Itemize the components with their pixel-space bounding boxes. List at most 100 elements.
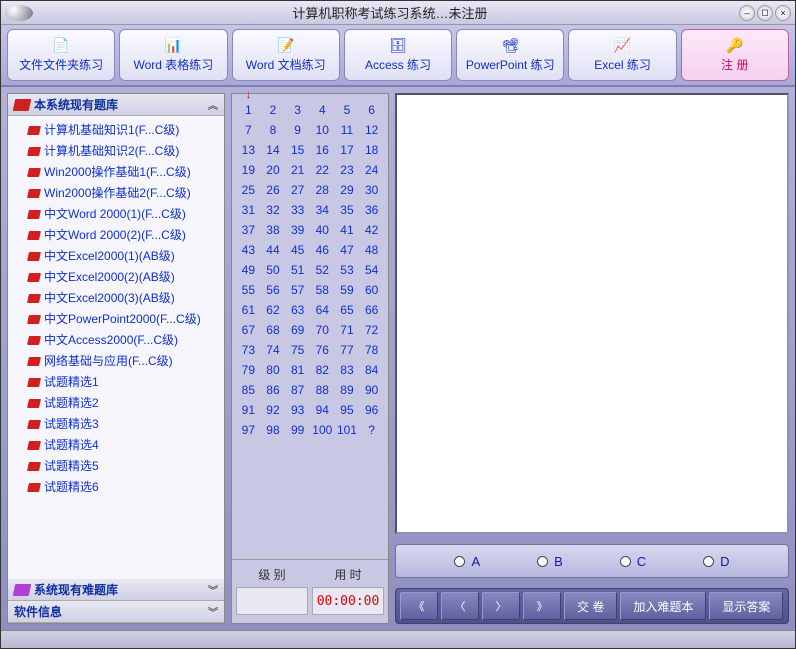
submit-button[interactable]: 交 卷 <box>564 592 617 620</box>
next-button[interactable]: 〉 <box>482 592 520 620</box>
question-number-cell[interactable]: 7 <box>236 120 261 140</box>
answer-option-d[interactable]: D <box>703 554 729 569</box>
question-number-cell[interactable]: 44 <box>261 240 286 260</box>
close-button[interactable]: × <box>775 5 791 21</box>
question-number-cell[interactable]: 29 <box>335 180 360 200</box>
excel-practice-button[interactable]: 📈Excel 练习 <box>568 29 676 81</box>
question-number-cell[interactable]: 72 <box>359 320 384 340</box>
question-number-cell[interactable]: 41 <box>335 220 360 240</box>
question-number-cell[interactable]: 21 <box>285 160 310 180</box>
sidebar-item[interactable]: 中文Excel2000(1)(AB级) <box>10 246 222 267</box>
question-number-cell[interactable]: 46 <box>310 240 335 260</box>
question-number-cell[interactable]: 63 <box>285 300 310 320</box>
sidebar-section-hard-bank[interactable]: 系统现有难题库 ︾ <box>8 579 224 601</box>
sidebar-item[interactable]: 试题精选2 <box>10 393 222 414</box>
question-number-cell[interactable]: 98 <box>261 420 286 440</box>
question-number-cell[interactable]: 28 <box>310 180 335 200</box>
question-number-cell[interactable]: 55 <box>236 280 261 300</box>
question-number-cell[interactable]: ? <box>359 420 384 440</box>
question-number-cell[interactable]: 9 <box>285 120 310 140</box>
question-number-cell[interactable]: 61 <box>236 300 261 320</box>
question-number-cell[interactable]: 15 <box>285 140 310 160</box>
question-number-cell[interactable]: 78 <box>359 340 384 360</box>
question-number-cell[interactable]: 76 <box>310 340 335 360</box>
question-number-cell[interactable]: 12 <box>359 120 384 140</box>
question-number-cell[interactable]: 2 <box>261 100 286 120</box>
question-number-cell[interactable]: 16 <box>310 140 335 160</box>
question-number-cell[interactable]: 48 <box>359 240 384 260</box>
question-number-cell[interactable]: 79 <box>236 360 261 380</box>
register-button[interactable]: 🔑注 册 <box>681 29 789 81</box>
folder-practice-button[interactable]: 📄文件文件夹练习 <box>7 29 115 81</box>
sidebar-item[interactable]: Win2000操作基础2(F...C级) <box>10 183 222 204</box>
question-number-cell[interactable]: 90 <box>359 380 384 400</box>
question-number-cell[interactable]: 96 <box>359 400 384 420</box>
question-number-cell[interactable]: 23 <box>335 160 360 180</box>
question-number-cell[interactable]: 47 <box>335 240 360 260</box>
first-button[interactable]: 《 <box>400 592 438 620</box>
last-button[interactable]: 》 <box>523 592 561 620</box>
question-number-cell[interactable]: 40 <box>310 220 335 240</box>
question-number-cell[interactable]: 83 <box>335 360 360 380</box>
question-number-cell[interactable]: 81 <box>285 360 310 380</box>
question-number-cell[interactable]: 20 <box>261 160 286 180</box>
sidebar-item[interactable]: 试题精选3 <box>10 414 222 435</box>
question-number-cell[interactable]: 51 <box>285 260 310 280</box>
question-number-cell[interactable]: 59 <box>335 280 360 300</box>
question-number-cell[interactable]: 42 <box>359 220 384 240</box>
question-number-cell[interactable]: 82 <box>310 360 335 380</box>
question-number-cell[interactable]: 97 <box>236 420 261 440</box>
question-number-cell[interactable]: 57 <box>285 280 310 300</box>
question-number-cell[interactable]: 50 <box>261 260 286 280</box>
question-number-cell[interactable]: 10 <box>310 120 335 140</box>
sidebar-section-software-info[interactable]: 软件信息 ︾ <box>8 601 224 623</box>
question-number-cell[interactable]: 37 <box>236 220 261 240</box>
answer-option-a[interactable]: A <box>454 554 480 569</box>
question-number-cell[interactable]: 18 <box>359 140 384 160</box>
question-number-cell[interactable]: 100 <box>310 420 335 440</box>
question-number-cell[interactable]: 13 <box>236 140 261 160</box>
question-number-cell[interactable]: 71 <box>335 320 360 340</box>
question-number-cell[interactable]: 36 <box>359 200 384 220</box>
question-number-cell[interactable]: 66 <box>359 300 384 320</box>
question-number-cell[interactable]: 87 <box>285 380 310 400</box>
question-number-cell[interactable]: 70 <box>310 320 335 340</box>
question-number-cell[interactable]: 67 <box>236 320 261 340</box>
question-number-cell[interactable]: 101 <box>335 420 360 440</box>
question-number-cell[interactable]: 33 <box>285 200 310 220</box>
question-number-cell[interactable]: 68 <box>261 320 286 340</box>
sidebar-item[interactable]: 试题精选6 <box>10 477 222 498</box>
question-number-cell[interactable]: 43 <box>236 240 261 260</box>
question-number-cell[interactable]: 53 <box>335 260 360 280</box>
question-number-cell[interactable]: 25 <box>236 180 261 200</box>
question-number-cell[interactable]: 4 <box>310 100 335 120</box>
sidebar-item[interactable]: 中文Word 2000(2)(F...C级) <box>10 225 222 246</box>
answer-option-b[interactable]: B <box>537 554 563 569</box>
sidebar-item[interactable]: 中文PowerPoint2000(F...C级) <box>10 309 222 330</box>
question-number-cell[interactable]: 32 <box>261 200 286 220</box>
question-number-cell[interactable]: 26 <box>261 180 286 200</box>
sidebar-item[interactable]: 中文Excel2000(2)(AB级) <box>10 267 222 288</box>
question-number-cell[interactable]: 99 <box>285 420 310 440</box>
show-answer-button[interactable]: 显示答案 <box>709 592 783 620</box>
maximize-button[interactable]: ◻ <box>757 5 773 21</box>
question-number-cell[interactable]: 88 <box>310 380 335 400</box>
question-number-cell[interactable]: 17 <box>335 140 360 160</box>
question-number-cell[interactable]: 69 <box>285 320 310 340</box>
question-number-cell[interactable]: 94 <box>310 400 335 420</box>
question-number-cell[interactable]: 45 <box>285 240 310 260</box>
sidebar-item[interactable]: 中文Access2000(F...C级) <box>10 330 222 351</box>
question-number-cell[interactable]: 84 <box>359 360 384 380</box>
question-number-cell[interactable]: 91 <box>236 400 261 420</box>
question-number-cell[interactable]: 86 <box>261 380 286 400</box>
sidebar-section-question-bank[interactable]: 本系统现有题库 ︽ <box>8 94 224 116</box>
question-number-cell[interactable]: 52 <box>310 260 335 280</box>
question-number-cell[interactable]: 85 <box>236 380 261 400</box>
sidebar-item[interactable]: 计算机基础知识2(F...C级) <box>10 141 222 162</box>
question-number-cell[interactable]: 14 <box>261 140 286 160</box>
question-number-cell[interactable]: 39 <box>285 220 310 240</box>
sidebar-item[interactable]: 试题精选4 <box>10 435 222 456</box>
prev-button[interactable]: 〈 <box>441 592 479 620</box>
sidebar-item[interactable]: 中文Excel2000(3)(AB级) <box>10 288 222 309</box>
question-number-cell[interactable]: 58 <box>310 280 335 300</box>
